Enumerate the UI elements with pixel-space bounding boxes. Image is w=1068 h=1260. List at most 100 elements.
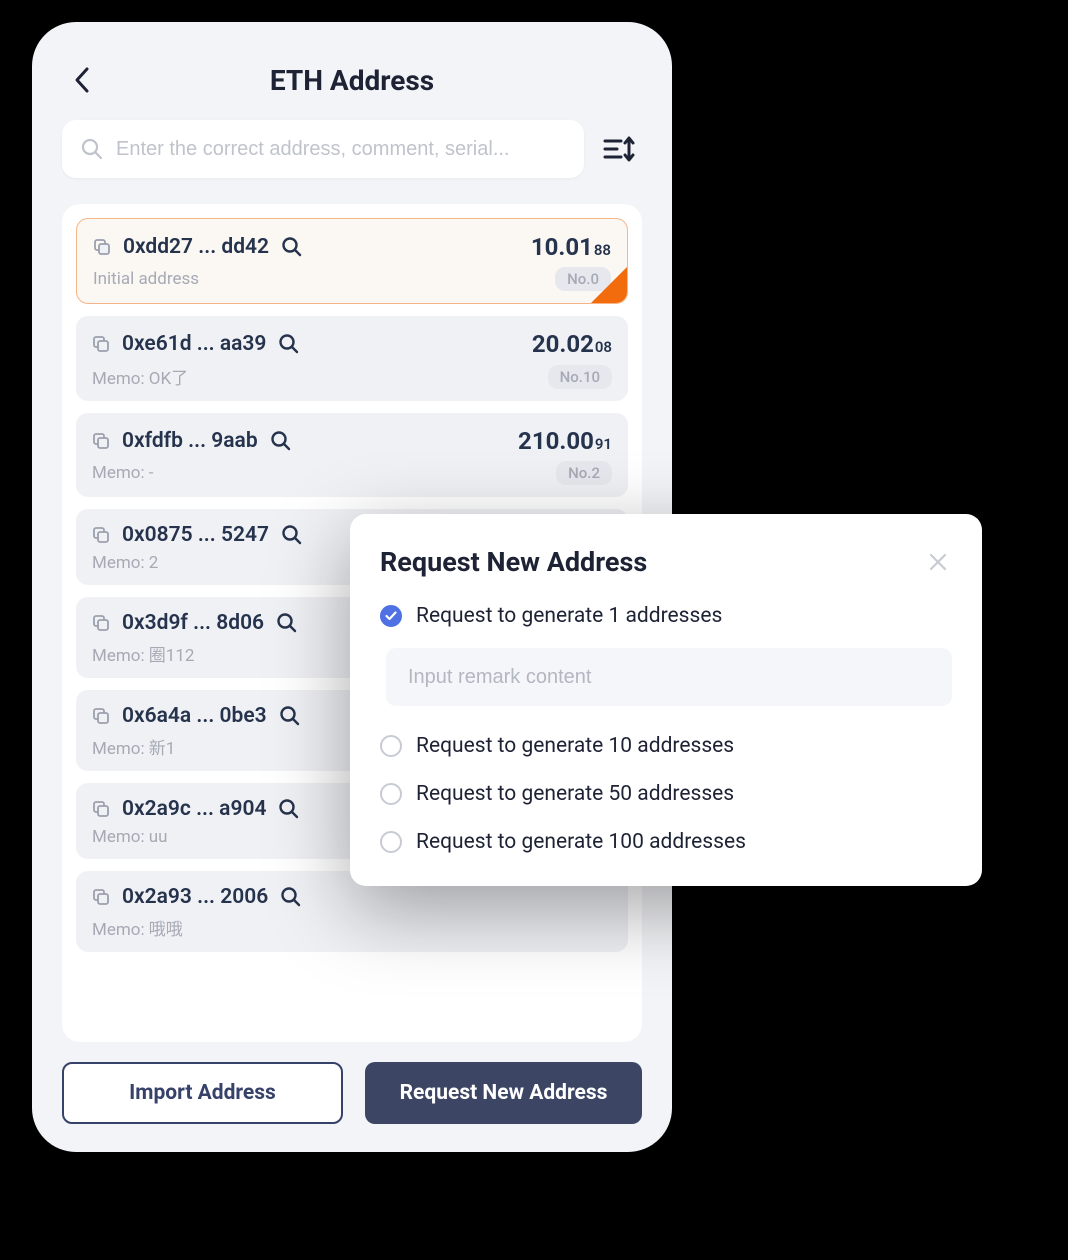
generate-option[interactable]: Request to generate 10 addresses	[380, 734, 952, 758]
modal-header: Request New Address	[380, 546, 952, 578]
selected-flag-icon	[589, 265, 628, 304]
option-label: Request to generate 1 addresses	[416, 604, 722, 628]
amount: 10.0188	[531, 233, 611, 261]
amount-decimal: 08	[595, 338, 612, 356]
close-icon	[929, 553, 947, 571]
copy-address-button[interactable]	[92, 800, 110, 818]
magnify-icon	[278, 333, 300, 355]
copy-address-button[interactable]	[92, 888, 110, 906]
magnify-icon	[270, 430, 292, 452]
address-row-meta: Memo: OK了 No.10	[92, 364, 612, 389]
generate-option[interactable]: Request to generate 50 addresses	[380, 782, 952, 806]
memo-text: Memo: uu	[92, 827, 168, 847]
copy-icon	[93, 238, 111, 256]
amount-decimal: 88	[594, 241, 611, 259]
copy-icon	[92, 432, 110, 450]
modal-title: Request New Address	[380, 546, 647, 578]
radio-checked-icon[interactable]	[380, 605, 402, 627]
remark-input[interactable]	[386, 648, 952, 706]
view-address-button[interactable]	[278, 333, 300, 355]
magnify-icon	[281, 236, 303, 258]
amount-integer: 20.02	[532, 330, 594, 358]
memo-text: Memo: OK了	[92, 364, 188, 389]
view-address-button[interactable]	[279, 705, 301, 727]
back-button[interactable]	[62, 60, 102, 100]
amount-integer: 210.00	[518, 427, 594, 455]
magnify-icon	[279, 705, 301, 727]
memo-text: Initial address	[93, 269, 199, 289]
address-row-main: 0xe61d ... aa39 20.0208	[92, 330, 612, 358]
view-address-button[interactable]	[270, 430, 292, 452]
copy-address-button[interactable]	[92, 526, 110, 544]
memo-text: Memo: -	[92, 463, 154, 483]
radio-unchecked-icon[interactable]	[380, 735, 402, 757]
amount-integer: 10.01	[531, 233, 593, 261]
request-new-address-button[interactable]: Request New Address	[365, 1062, 642, 1124]
search-box[interactable]	[62, 120, 584, 178]
radio-unchecked-icon[interactable]	[380, 831, 402, 853]
chevron-left-icon	[73, 66, 91, 94]
memo-text: Memo: 2	[92, 553, 158, 573]
copy-icon	[92, 335, 110, 353]
address-row-main: 0xfdfb ... 9aab 210.0091	[92, 427, 612, 455]
address-row-main: 0x2a93 ... 2006	[92, 885, 612, 909]
address-text: 0xe61d ... aa39	[122, 332, 266, 356]
memo-text: Memo: 圈112	[92, 641, 194, 666]
copy-address-button[interactable]	[92, 335, 110, 353]
request-new-address-modal: Request New Address Request to generate …	[350, 514, 982, 886]
address-item[interactable]: 0xe61d ... aa39 20.0208 Memo: OK了 No.10	[76, 316, 628, 401]
modal-close-button[interactable]	[924, 548, 952, 576]
copy-icon	[92, 526, 110, 544]
copy-icon	[92, 888, 110, 906]
magnify-icon	[278, 798, 300, 820]
copy-address-button[interactable]	[92, 707, 110, 725]
magnify-icon	[276, 612, 298, 634]
serial-badge: No.2	[556, 461, 612, 485]
address-row-main: 0xdd27 ... dd4210.0188	[93, 233, 611, 261]
page-title: ETH Address	[62, 64, 642, 97]
address-item[interactable]: 0xdd27 ... dd4210.0188 Initial addressNo.…	[76, 218, 628, 304]
view-address-button[interactable]	[278, 798, 300, 820]
search-row	[62, 120, 642, 178]
view-address-button[interactable]	[280, 886, 302, 908]
sort-icon	[603, 135, 637, 163]
generate-option[interactable]: Request to generate 100 addresses	[380, 830, 952, 854]
view-address-button[interactable]	[281, 236, 303, 258]
copy-icon	[92, 800, 110, 818]
search-icon	[80, 137, 104, 161]
copy-icon	[92, 707, 110, 725]
view-address-button[interactable]	[281, 524, 303, 546]
address-item[interactable]: 0xfdfb ... 9aab 210.0091 Memo: - No.2	[76, 413, 628, 497]
sort-button[interactable]	[598, 127, 642, 171]
option-label: Request to generate 50 addresses	[416, 782, 734, 806]
amount: 210.0091	[518, 427, 612, 455]
address-text: 0x6a4a ... 0be3	[122, 704, 267, 728]
generate-option[interactable]: Request to generate 1 addresses	[380, 604, 952, 628]
option-label: Request to generate 100 addresses	[416, 830, 746, 854]
copy-address-button[interactable]	[92, 432, 110, 450]
memo-text: Memo: 新1	[92, 734, 175, 759]
footer-buttons: Import Address Request New Address	[62, 1062, 642, 1124]
address-row-meta: Memo: 哦哦	[92, 915, 612, 940]
magnify-icon	[281, 524, 303, 546]
amount: 20.0208	[532, 330, 612, 358]
checkmark-icon	[385, 611, 397, 621]
view-address-button[interactable]	[276, 612, 298, 634]
address-row-meta: Initial addressNo.0	[93, 267, 611, 291]
amount-decimal: 91	[595, 435, 612, 453]
copy-icon	[92, 614, 110, 632]
option-label: Request to generate 10 addresses	[416, 734, 734, 758]
import-address-button[interactable]: Import Address	[62, 1062, 343, 1124]
serial-badge: No.10	[548, 365, 612, 389]
header: ETH Address	[62, 52, 642, 108]
copy-address-button[interactable]	[93, 238, 111, 256]
radio-unchecked-icon[interactable]	[380, 783, 402, 805]
copy-address-button[interactable]	[92, 614, 110, 632]
magnify-icon	[280, 886, 302, 908]
address-text: 0x3d9f ... 8d06	[122, 611, 264, 635]
address-row-meta: Memo: - No.2	[92, 461, 612, 485]
address-text: 0xfdfb ... 9aab	[122, 429, 258, 453]
address-text: 0x2a93 ... 2006	[122, 885, 268, 909]
address-text: 0x0875 ... 5247	[122, 523, 269, 547]
search-input[interactable]	[116, 138, 566, 161]
